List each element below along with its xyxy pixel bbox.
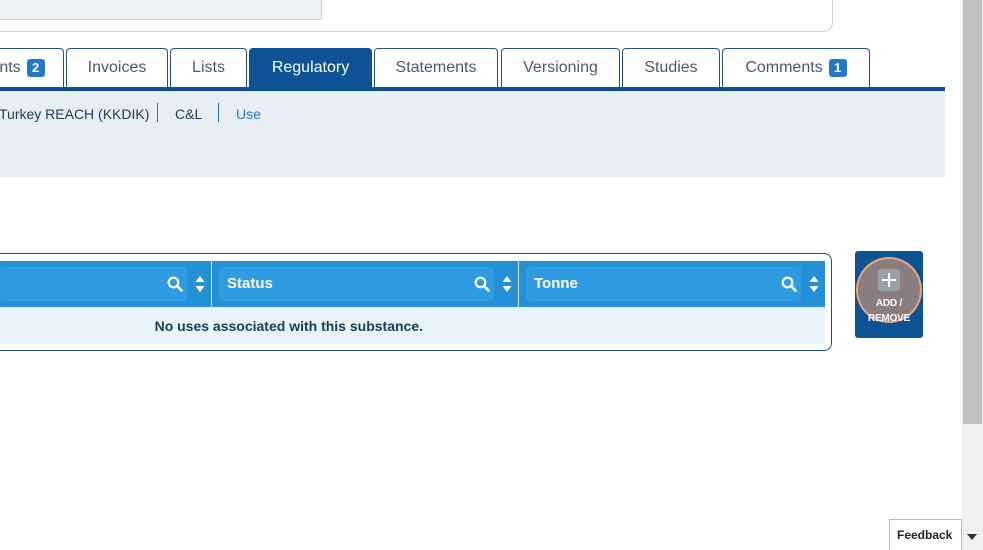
- subnav-separator: [218, 103, 219, 122]
- column-header-status[interactable]: Status: [212, 261, 518, 307]
- add-remove-label-line2: REMOVE: [867, 313, 911, 324]
- column-header-label: Status: [227, 275, 273, 292]
- tab-label: Studies: [644, 59, 698, 76]
- tab-label: Comments: [745, 59, 823, 76]
- scrollbar-thumb[interactable]: [963, 0, 982, 424]
- regulatory-subnav: Turkey REACH (KKDIK) C&L Use: [0, 91, 945, 177]
- table-empty-row: No uses associated with this substance.: [0, 307, 825, 344]
- add-remove-button[interactable]: ADD / REMOVE: [855, 251, 923, 338]
- subnav-item-use[interactable]: Use: [236, 104, 261, 124]
- tab-comments[interactable]: Comments 1: [722, 48, 870, 87]
- sort-icon[interactable]: [502, 275, 512, 293]
- tab-studies[interactable]: Studies: [622, 48, 720, 87]
- tab-statements[interactable]: Statements: [374, 48, 498, 87]
- tab-count-badge: 2: [26, 59, 45, 77]
- search-icon[interactable]: [474, 276, 490, 292]
- column-header-label: Tonne: [534, 275, 578, 292]
- subnav-separator: [157, 103, 158, 122]
- feedback-tab[interactable]: Feedback: [889, 519, 962, 550]
- tab-label: Lists: [192, 59, 225, 76]
- add-remove-label: ADD / REMOVE: [855, 296, 923, 326]
- tab-documents[interactable]: nts 2: [0, 48, 64, 87]
- tab-versioning[interactable]: Versioning: [501, 48, 620, 87]
- feedback-label: Feedback: [897, 528, 953, 542]
- tab-label: nts: [0, 59, 21, 76]
- tab-count-badge: 1: [828, 59, 847, 77]
- search-icon[interactable]: [167, 276, 183, 292]
- add-remove-label-line1: ADD /: [875, 298, 903, 309]
- subnav-item-turkey-reach[interactable]: Turkey REACH (KKDIK): [0, 104, 149, 124]
- tab-lists[interactable]: Lists: [170, 48, 247, 87]
- empty-table-message: No uses associated with this substance.: [154, 318, 423, 334]
- column-header-tonne[interactable]: Tonne: [519, 261, 825, 307]
- tab-label: Invoices: [87, 59, 147, 76]
- plus-icon: [878, 269, 900, 291]
- uses-table-header: n Status Tonne: [0, 261, 825, 307]
- subnav-item-cl[interactable]: C&L: [175, 104, 202, 124]
- column-filter[interactable]: [0, 267, 187, 301]
- vertical-scrollbar[interactable]: [962, 0, 983, 550]
- tab-regulatory[interactable]: Regulatory: [249, 48, 372, 87]
- search-icon[interactable]: [781, 276, 797, 292]
- top-field[interactable]: [0, 0, 322, 20]
- tab-label: Statements: [395, 59, 477, 76]
- tab-invoices[interactable]: Invoices: [66, 48, 168, 87]
- sort-icon[interactable]: [809, 275, 819, 293]
- caret-down-icon[interactable]: [967, 534, 977, 540]
- column-header-name[interactable]: n: [0, 261, 211, 307]
- tab-label: Versioning: [523, 59, 598, 76]
- tab-label: Regulatory: [271, 59, 350, 76]
- sort-icon[interactable]: [195, 275, 205, 293]
